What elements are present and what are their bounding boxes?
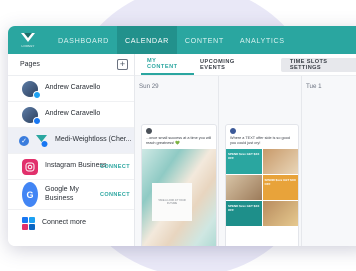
brand-name: LOOMLY (21, 43, 35, 48)
promo-tile: SPEND $xxx GET $XX OFF (262, 175, 298, 201)
top-navigation-bar: LOOMLY DASHBOARD CALENDAR CONTENT ANALYT… (8, 26, 356, 54)
brand-logo[interactable]: LOOMLY (8, 26, 42, 54)
sidebar-item-andrew-facebook[interactable]: Andrew Caravello (8, 102, 134, 128)
sidebar-item-label: Medi-Weightloss (Cher... (55, 136, 132, 144)
sidebar-item-medi-weightloss[interactable]: ✓ Medi-Weightloss (Cher... (8, 128, 134, 154)
twitter-icon (33, 90, 41, 99)
image-card-text: TAKE A LOOK AT YOUR FUTURE (152, 183, 192, 222)
logo-mark-icon (21, 32, 35, 42)
calendar-grid: Sun 29 Tue 1 ...once small success at a … (135, 76, 356, 246)
facebook-icon (230, 128, 236, 134)
tab-upcoming-events[interactable]: UPCOMING EVENTS (194, 54, 267, 75)
facebook-icon (33, 116, 41, 125)
promo-label: SPEND $xxx GET $XX OFF (264, 178, 296, 186)
plus-icon: + (119, 59, 126, 69)
food-photo (262, 201, 298, 227)
sidebar-item-connect-more[interactable]: Connect more (8, 210, 134, 236)
post-header (226, 125, 298, 134)
connect-instagram-button[interactable]: CONNECT (100, 164, 130, 170)
promo-label: SPEND $xxx GET $XX OFF (228, 204, 260, 212)
post-card[interactable]: Where a TEXT offer side is so good you c… (225, 124, 299, 246)
time-slots-settings-button[interactable]: TIME SLOTS SETTINGS (280, 57, 356, 72)
sidebar-item-label: Instagram Business (45, 162, 107, 170)
sidebar-item-andrew-twitter[interactable]: Andrew Caravello (8, 76, 134, 102)
content-tabs: MY CONTENT UPCOMING EVENTS TIME SLOTS SE… (135, 54, 356, 76)
avatar (22, 80, 41, 99)
post-header (142, 125, 216, 134)
connect-google-button[interactable]: CONNECT (100, 192, 130, 198)
promo-label: SPEND $xxx GET $XX OFF (228, 152, 260, 160)
sidebar-header: Pages + (8, 54, 134, 76)
sidebar-item-google[interactable]: G Google My Business CONNECT (8, 180, 134, 210)
tab-my-content[interactable]: MY CONTENT (141, 54, 194, 75)
main-nav: DASHBOARD CALENDAR CONTENT ANALYTICS (50, 26, 293, 54)
sidebar-title: Pages (20, 61, 40, 68)
instagram-icon (146, 128, 152, 134)
post-caption: Where a TEXT offer side is so good you c… (230, 136, 290, 146)
sidebar-item-instagram[interactable]: Instagram Business CONNECT (8, 154, 134, 180)
nav-calendar[interactable]: CALENDAR (116, 26, 177, 54)
post-caption: ...once small success at a time you will… (146, 136, 212, 146)
app-window: LOOMLY DASHBOARD CALENDAR CONTENT ANALYT… (8, 26, 356, 246)
nav-dashboard[interactable]: DASHBOARD (50, 26, 117, 54)
calendar-panel: MY CONTENT UPCOMING EVENTS TIME SLOTS SE… (135, 54, 356, 246)
food-photo (226, 175, 262, 201)
post-image: TAKE A LOOK AT YOUR FUTURE (142, 149, 216, 246)
pages-sidebar: Pages + Andrew Caravello Andrew Caravell… (8, 54, 135, 246)
multi-network-icon (22, 216, 35, 230)
day-label: Sun 29 (139, 83, 159, 90)
food-photo (262, 149, 298, 175)
add-page-button[interactable]: + (117, 59, 128, 70)
sidebar-item-label: Andrew Caravello (45, 84, 101, 92)
sidebar-item-label: Connect more (42, 218, 86, 226)
check-icon: ✓ (19, 135, 29, 146)
day-label: Tue 1 (306, 83, 322, 90)
promo-tile: SPEND $xxx GET $XX OFF (226, 149, 262, 175)
post-image-grid: SPEND $xxx GET $XX OFF SPEND $xxx GET $X… (226, 149, 298, 227)
nav-analytics[interactable]: ANALYTICS (232, 26, 293, 54)
calendar-day-column: Tue 1 (302, 76, 356, 246)
instagram-icon (22, 158, 38, 175)
google-icon: G (22, 182, 38, 207)
sidebar-item-label: Andrew Caravello (45, 110, 101, 118)
nav-content[interactable]: CONTENT (177, 26, 232, 54)
avatar (22, 106, 41, 125)
post-card[interactable]: ...once small success at a time you will… (141, 124, 217, 246)
promo-tile: SPEND $xxx GET $XX OFF (226, 201, 262, 227)
sidebar-item-label: Google My Business (45, 185, 79, 202)
facebook-page-icon (35, 134, 48, 147)
